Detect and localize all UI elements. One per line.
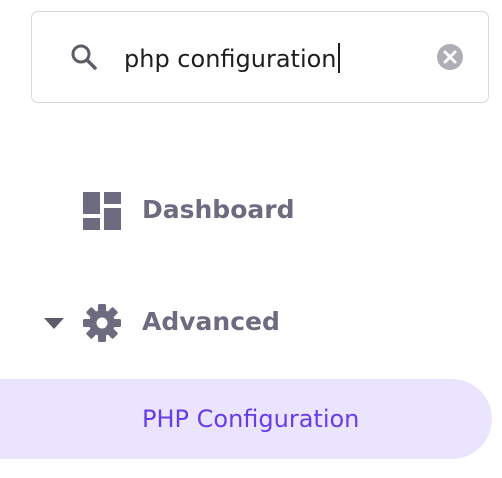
gear-icon [83, 304, 121, 342]
search-input-value[interactable]: php configuration [124, 39, 340, 79]
search-box[interactable]: php configuration [31, 11, 489, 103]
chevron-down-icon[interactable] [42, 314, 66, 332]
sidebar-subitem-php-configuration[interactable]: PHP Configuration [0, 379, 492, 459]
sidebar-item-label: Dashboard [142, 195, 295, 224]
text-caret [337, 43, 340, 73]
clear-icon [437, 44, 463, 70]
dashboard-icon [83, 192, 121, 230]
sidebar-item-advanced[interactable]: Advanced [0, 282, 502, 362]
sidebar-item-label: Advanced [142, 307, 280, 336]
sidebar-panel: php configuration Dashboard Advanced PHP… [0, 0, 502, 478]
clear-search-button[interactable] [436, 43, 464, 71]
sidebar-item-dashboard[interactable]: Dashboard [0, 170, 502, 250]
sidebar-subitem-label: PHP Configuration [142, 405, 360, 433]
search-icon [71, 44, 97, 70]
